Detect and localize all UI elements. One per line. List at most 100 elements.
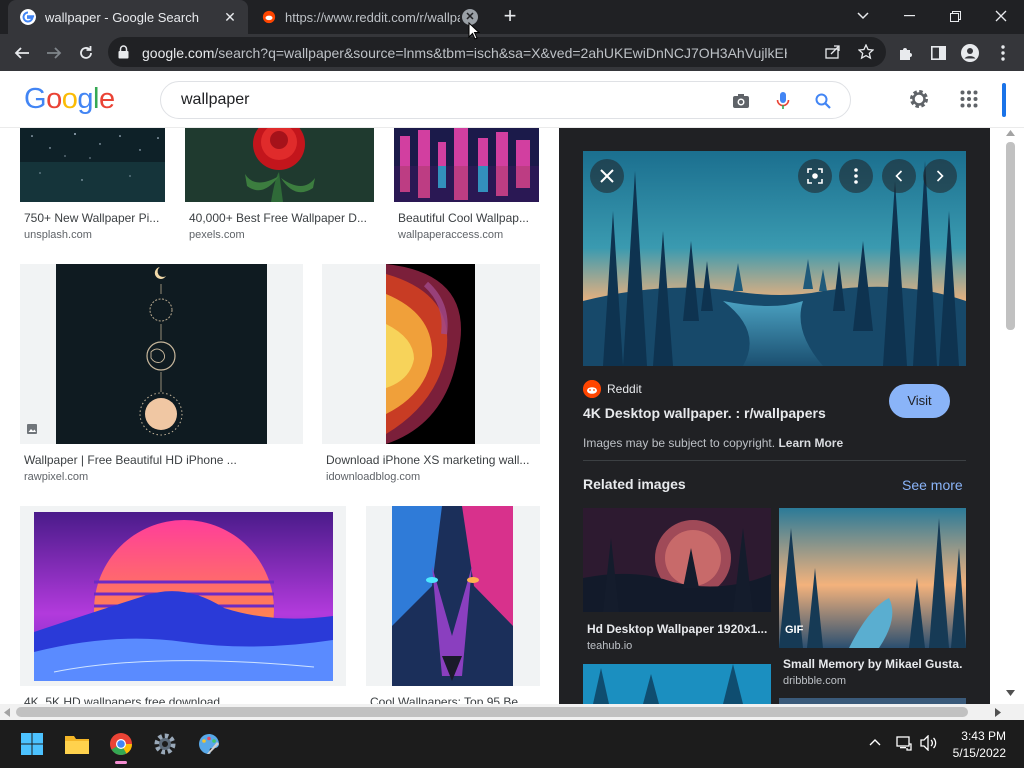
image-thumbnail[interactable] (20, 128, 165, 202)
side-panel-icon (930, 46, 946, 60)
related-image-title[interactable]: Hd Desktop Wallpaper 1920x1... (587, 622, 767, 636)
kebab-menu-icon (854, 168, 858, 184)
learn-more-link[interactable]: Learn More (778, 436, 843, 450)
profile-button[interactable] (957, 40, 983, 66)
related-image-thumbnail[interactable] (583, 664, 771, 704)
result-title[interactable]: 4K, 5K HD wallpapers free download ... (24, 695, 339, 704)
address-bar[interactable]: google.com/search?q=wallpaper&source=lnm… (108, 37, 886, 67)
minimize-button[interactable] (886, 0, 932, 32)
visit-button[interactable]: Visit (889, 384, 950, 418)
restore-button[interactable] (932, 0, 978, 32)
scroll-right-arrow-icon[interactable] (995, 708, 1001, 717)
see-more-link[interactable]: See more (902, 477, 963, 493)
star-icon[interactable] (858, 44, 874, 60)
image-thumbnail[interactable] (386, 264, 475, 444)
image-thumbnail[interactable] (185, 128, 374, 202)
side-panel-button[interactable] (925, 40, 951, 66)
related-image-source[interactable]: dribbble.com (783, 675, 846, 687)
search-icon[interactable] (813, 91, 833, 111)
scroll-down-arrow-icon[interactable] (1006, 690, 1015, 696)
image-result[interactable]: Cool Wallpapers: Top 95 Be... (366, 506, 540, 704)
result-title[interactable]: 750+ New Wallpaper Pi... (24, 211, 164, 225)
taskbar-paint[interactable] (191, 726, 227, 762)
chrome-icon (110, 733, 132, 755)
image-thumbnail[interactable] (34, 512, 333, 681)
network-icon[interactable] (896, 735, 912, 751)
browser-menu-button[interactable] (990, 40, 1016, 66)
clock-date[interactable]: 5/15/2022 (942, 746, 1006, 760)
lock-icon[interactable] (118, 45, 129, 59)
image-thumbnail[interactable] (392, 506, 513, 686)
result-title[interactable]: Cool Wallpapers: Top 95 Be... (370, 695, 535, 704)
windows-taskbar: 3:43 PM 5/15/2022 (0, 720, 1024, 768)
close-preview-button[interactable] (590, 159, 624, 193)
chevron-up-icon[interactable] (869, 738, 881, 746)
gif-badge: GIF (785, 624, 804, 636)
clock-time[interactable]: 3:43 PM (958, 729, 1006, 743)
search-input[interactable] (181, 91, 681, 109)
vertical-scrollbar[interactable] (992, 128, 1024, 704)
result-title[interactable]: 40,000+ Best Free Wallpaper D... (189, 211, 369, 225)
browser-toolbar: google.com/search?q=wallpaper&source=lnm… (0, 34, 1024, 71)
taskbar-file-explorer[interactable] (59, 726, 95, 762)
result-title[interactable]: Wallpaper | Free Beautiful HD iPhone ... (24, 453, 294, 467)
preview-more-button[interactable] (839, 159, 873, 193)
microphone-icon[interactable] (773, 91, 793, 111)
related-image-thumbnail[interactable] (583, 508, 771, 612)
volume-icon[interactable] (920, 735, 938, 751)
result-title[interactable]: Download iPhone XS marketing wall... (326, 453, 538, 467)
next-image-button[interactable] (923, 159, 957, 193)
tab-title: https://www.reddit.com/r/wallpapers (285, 9, 460, 25)
extensions-button[interactable] (893, 40, 919, 66)
scroll-left-arrow-icon[interactable] (4, 708, 10, 717)
result-source[interactable]: unsplash.com (24, 229, 92, 241)
windows-logo-icon (21, 733, 43, 755)
close-icon[interactable]: ✕ (222, 9, 238, 25)
image-result[interactable]: Download iPhone XS marketing wall... ido… (322, 264, 540, 486)
previous-image-button[interactable] (882, 159, 916, 193)
image-result[interactable]: Wallpaper | Free Beautiful HD iPhone ...… (20, 264, 303, 486)
image-thumbnail[interactable] (56, 264, 267, 444)
new-tab-button[interactable]: + (498, 5, 522, 29)
preview-title[interactable]: 4K Desktop wallpaper. : r/wallpapers (583, 405, 826, 421)
result-source[interactable]: rawpixel.com (24, 471, 88, 483)
horizontal-scrollbar[interactable] (0, 704, 1024, 720)
related-image-title[interactable]: Small Memory by Mikael Gusta... (783, 657, 963, 671)
scroll-up-arrow-icon[interactable] (1006, 130, 1015, 136)
start-button[interactable] (14, 726, 50, 762)
result-source[interactable]: wallpaperaccess.com (398, 229, 503, 241)
image-result[interactable]: 750+ New Wallpaper Pi... unsplash.com 40… (0, 128, 558, 248)
gear-icon[interactable] (908, 88, 930, 110)
google-logo[interactable]: Google (24, 83, 115, 116)
camera-icon[interactable] (731, 91, 751, 111)
logo-letter: G (24, 83, 47, 115)
apps-grid-icon[interactable] (960, 90, 978, 108)
result-title[interactable]: Beautiful Cool Wallpap... (398, 211, 538, 225)
vertical-scrollbar-thumb[interactable] (1006, 142, 1015, 330)
forward-button[interactable] (41, 40, 67, 66)
result-source[interactable]: pexels.com (189, 229, 245, 241)
reload-button[interactable] (73, 40, 99, 66)
chevron-down-icon (857, 12, 869, 20)
horizontal-scrollbar-thumb[interactable] (16, 707, 968, 717)
taskbar-settings[interactable] (147, 726, 183, 762)
share-icon[interactable] (825, 45, 841, 59)
account-button-edge[interactable] (1002, 83, 1006, 117)
tab-google-search[interactable]: wallpaper - Google Search ✕ (8, 0, 248, 34)
taskbar-chrome[interactable] (103, 726, 139, 764)
tab-search-button[interactable] (840, 0, 886, 32)
tab-reddit[interactable]: https://www.reddit.com/r/wallpapers ✕ (250, 0, 490, 34)
search-box[interactable] (160, 81, 851, 119)
back-button[interactable] (9, 40, 35, 66)
url-text[interactable]: google.com/search?q=wallpaper&source=lnm… (142, 45, 787, 61)
reddit-icon[interactable] (583, 380, 601, 398)
close-window-button[interactable] (978, 0, 1024, 32)
related-image-source[interactable]: teahub.io (587, 640, 632, 652)
image-thumbnail[interactable] (394, 128, 539, 202)
result-source[interactable]: idownloadblog.com (326, 471, 420, 483)
image-result[interactable]: 4K, 5K HD wallpapers free download ... (20, 506, 346, 704)
preview-source[interactable]: Reddit (607, 382, 642, 396)
url-path: /search?q=wallpaper&source=lnms&tbm=isch… (214, 45, 787, 61)
lens-search-button[interactable] (798, 159, 832, 193)
related-image-thumbnail[interactable]: GIF (779, 508, 966, 648)
